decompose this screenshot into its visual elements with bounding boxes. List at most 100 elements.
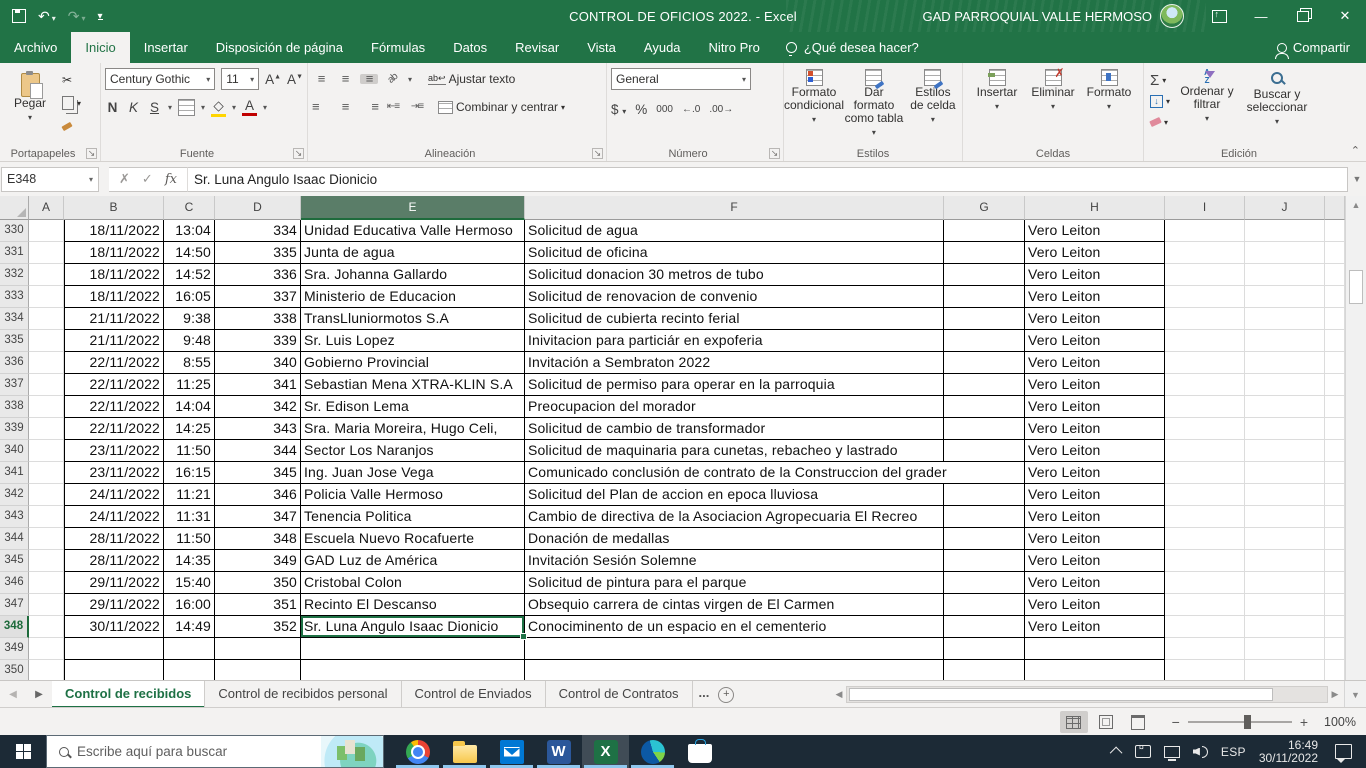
cell-B336[interactable]: 22/11/2022 — [64, 352, 164, 374]
find-select-button[interactable]: Buscar y seleccionar▾ — [1242, 66, 1312, 144]
number-format-select[interactable]: General▾ — [611, 68, 751, 90]
horizontal-scroll-thumb[interactable] — [849, 688, 1273, 701]
add-sheet-button[interactable]: + — [715, 681, 737, 708]
select-all-corner[interactable] — [0, 196, 29, 220]
cell-G338[interactable] — [944, 396, 1025, 418]
cell-F330[interactable]: Solicitud de agua — [525, 220, 944, 242]
cell-J342[interactable] — [1245, 484, 1325, 506]
currency-icon[interactable]: $ ▾ — [611, 102, 626, 117]
column-header-D[interactable]: D — [215, 196, 301, 220]
cell-E344[interactable]: Escuela Nuevo Rocafuerte — [301, 528, 525, 550]
cell-x350[interactable] — [1325, 660, 1345, 680]
sheet-tabs-more[interactable]: ... — [693, 681, 716, 708]
cell-I349[interactable] — [1165, 638, 1245, 660]
align-top-icon[interactable]: ≡ — [312, 74, 330, 84]
cell-E331[interactable]: Junta de agua — [301, 242, 525, 264]
sheet-tab-control-de-contratos[interactable]: Control de Contratos — [546, 681, 693, 708]
cell-E340[interactable]: Sector Los Naranjos — [301, 440, 525, 462]
cell-A342[interactable] — [29, 484, 64, 506]
taskbar-app-excel[interactable]: X — [582, 735, 629, 768]
cell-E335[interactable]: Sr. Luis Lopez — [301, 330, 525, 352]
cell-G347[interactable] — [944, 594, 1025, 616]
page-break-icon[interactable] — [1124, 711, 1152, 733]
cell-I340[interactable] — [1165, 440, 1245, 462]
cell-I336[interactable] — [1165, 352, 1245, 374]
cell-H340[interactable]: Vero Leiton — [1025, 440, 1165, 462]
cell-A341[interactable] — [29, 462, 64, 484]
cell-H333[interactable]: Vero Leiton — [1025, 286, 1165, 308]
cell-F341[interactable]: Comunicado conclusión de contrato de la … — [525, 462, 1025, 484]
cell-I331[interactable] — [1165, 242, 1245, 264]
cell-G339[interactable] — [944, 418, 1025, 440]
cell-I347[interactable] — [1165, 594, 1245, 616]
column-header-G[interactable]: G — [944, 196, 1025, 220]
row-header-340[interactable]: 340 — [0, 440, 29, 462]
cell-F331[interactable]: Solicitud de oficina — [525, 242, 944, 264]
ribbon-tab-datos[interactable]: Datos — [439, 32, 501, 63]
borders-icon[interactable] — [178, 99, 195, 116]
cell-B335[interactable]: 21/11/2022 — [64, 330, 164, 352]
confirm-entry-icon[interactable]: ✓ — [142, 171, 153, 187]
cell-B340[interactable]: 23/11/2022 — [64, 440, 164, 462]
cell-x349[interactable] — [1325, 638, 1345, 660]
cell-F334[interactable]: Solicitud de cubierta recinto ferial — [525, 308, 944, 330]
cell-B337[interactable]: 22/11/2022 — [64, 374, 164, 396]
cell-E342[interactable]: Policia Valle Hermoso — [301, 484, 525, 506]
cell-D337[interactable]: 341 — [215, 374, 301, 396]
cell-D332[interactable]: 336 — [215, 264, 301, 286]
ribbon-tab-inicio[interactable]: Inicio — [71, 32, 129, 63]
search-highlights-image[interactable] — [321, 736, 383, 767]
fill-button[interactable]: ↓▾ — [1148, 91, 1172, 111]
tell-me-box[interactable]: ¿Qué desea hacer? — [774, 32, 931, 63]
scroll-right-icon[interactable]: ▶ — [1328, 689, 1342, 700]
cell-H332[interactable]: Vero Leiton — [1025, 264, 1165, 286]
minimize-icon[interactable]: — — [1240, 0, 1282, 32]
row-header-342[interactable]: 342 — [0, 484, 29, 506]
cell-A349[interactable] — [29, 638, 64, 660]
cell-C341[interactable]: 16:15 — [164, 462, 215, 484]
cell-C347[interactable]: 16:00 — [164, 594, 215, 616]
formula-input[interactable]: Sr. Luna Angulo Isaac Dionicio — [188, 167, 1348, 192]
cell-C338[interactable]: 14:04 — [164, 396, 215, 418]
cell-B350[interactable] — [64, 660, 164, 680]
font-name-select[interactable]: Century Gothic▾ — [105, 68, 215, 90]
cell-H342[interactable]: Vero Leiton — [1025, 484, 1165, 506]
vertical-scroll-thumb[interactable] — [1349, 270, 1363, 304]
cell-D341[interactable]: 345 — [215, 462, 301, 484]
cell-E343[interactable]: Tenencia Politica — [301, 506, 525, 528]
cell-F344[interactable]: Donación de medallas — [525, 528, 944, 550]
align-center-icon[interactable]: ≡ — [336, 102, 354, 112]
cell-C343[interactable]: 11:31 — [164, 506, 215, 528]
taskbar-search[interactable]: Escribe aquí para buscar — [46, 735, 384, 768]
row-header-335[interactable]: 335 — [0, 330, 29, 352]
cell-A337[interactable] — [29, 374, 64, 396]
cell-D335[interactable]: 339 — [215, 330, 301, 352]
cell-I330[interactable] — [1165, 220, 1245, 242]
insert-cells-button[interactable]: Insertar▾ — [971, 66, 1023, 144]
alineacion-dialog-launcher[interactable]: ↘ — [592, 148, 603, 159]
cell-B349[interactable] — [64, 638, 164, 660]
cell-B348[interactable]: 30/11/2022 — [64, 616, 164, 638]
cell-J340[interactable] — [1245, 440, 1325, 462]
column-header-H[interactable]: H — [1025, 196, 1165, 220]
sheet-tab-control-de-recibidos-personal[interactable]: Control de recibidos personal — [205, 681, 401, 708]
row-header-349[interactable]: 349 — [0, 638, 29, 660]
cell-G333[interactable] — [944, 286, 1025, 308]
taskbar-app-store[interactable] — [676, 735, 723, 768]
row-header-350[interactable]: 350 — [0, 660, 29, 680]
cell-I341[interactable] — [1165, 462, 1245, 484]
format-as-table-button[interactable]: Dar formato como tabla▾ — [844, 66, 904, 144]
cell-G346[interactable] — [944, 572, 1025, 594]
cell-H341[interactable]: Vero Leiton — [1025, 462, 1165, 484]
expand-formula-bar-icon[interactable]: ▼ — [1348, 174, 1366, 184]
cell-J332[interactable] — [1245, 264, 1325, 286]
cancel-entry-icon[interactable]: ✗ — [119, 171, 130, 187]
cell-B331[interactable]: 18/11/2022 — [64, 242, 164, 264]
cut-button[interactable]: ✂ — [60, 70, 83, 90]
cell-x333[interactable] — [1325, 286, 1345, 308]
row-header-336[interactable]: 336 — [0, 352, 29, 374]
taskbar-app-chrome[interactable] — [394, 735, 441, 768]
column-header-A[interactable]: A — [29, 196, 64, 220]
cell-J334[interactable] — [1245, 308, 1325, 330]
cell-B344[interactable]: 28/11/2022 — [64, 528, 164, 550]
